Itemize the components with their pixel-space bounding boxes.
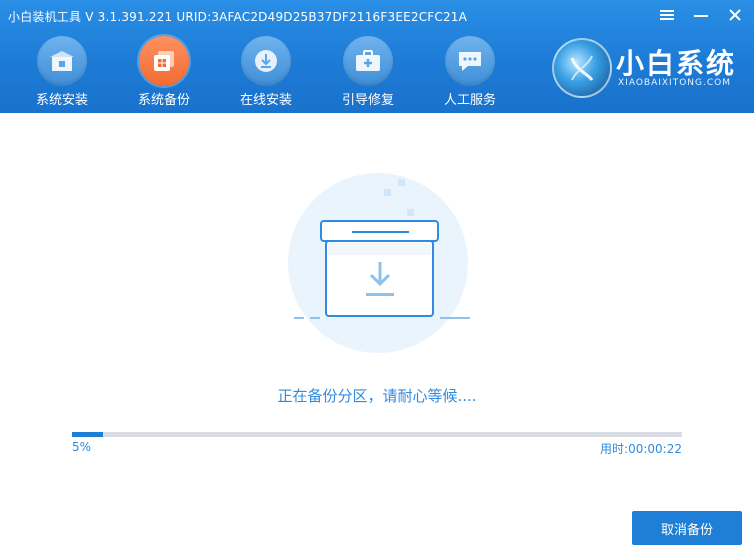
nav-label: 系统备份 [137, 93, 190, 108]
progress-fill [72, 432, 103, 437]
status-message: 正在备份分区，请耐心等候.... [277, 387, 477, 405]
app-header: 小白装机工具 V 3.1.391.221 URID:3AFAC2D49D25B3… [0, 0, 754, 113]
nav-label: 人工服务 [443, 93, 496, 108]
brand-logo: 小白系统 XIAOBAIXITONG.COM [550, 36, 740, 106]
nav-item-system-install[interactable]: 系统安装 [12, 34, 112, 110]
logo-text: 小白系统 [616, 47, 737, 80]
backup-box-illustration [280, 171, 480, 371]
main-content: 正在备份分区，请耐心等候.... 5% 用时:00:00:22 取消备份 [0, 113, 754, 554]
elapsed-time: 用时:00:00:22 [600, 442, 682, 456]
chat-service-icon [445, 36, 495, 86]
cancel-backup-button[interactable]: 取消备份 [632, 511, 742, 545]
nav-label: 引导修复 [341, 93, 394, 108]
system-backup-icon [139, 36, 189, 86]
online-install-icon [241, 36, 291, 86]
window-controls [658, 6, 744, 24]
nav-label: 在线安装 [239, 93, 292, 108]
nav-item-chat-service[interactable]: 人工服务 [420, 34, 520, 110]
nav-item-online-install[interactable]: 在线安装 [216, 34, 316, 110]
nav-label: 系统安装 [35, 93, 88, 108]
progress-bar [72, 432, 682, 437]
boot-repair-icon [343, 36, 393, 86]
nav-item-system-backup[interactable]: 系统备份 [114, 34, 214, 110]
nav-item-boot-repair[interactable]: 引导修复 [318, 34, 418, 110]
logo-subtitle: XIAOBAIXITONG.COM [618, 78, 731, 88]
logo-emblem-icon [552, 38, 612, 98]
system-install-icon [37, 36, 87, 86]
progress-percent: 5% [72, 440, 92, 454]
minimize-icon[interactable] [692, 6, 710, 24]
close-icon[interactable] [726, 6, 744, 24]
menu-icon[interactable] [658, 6, 676, 24]
window-title: 小白装机工具 V 3.1.391.221 URID:3AFAC2D49D25B3… [8, 10, 468, 24]
